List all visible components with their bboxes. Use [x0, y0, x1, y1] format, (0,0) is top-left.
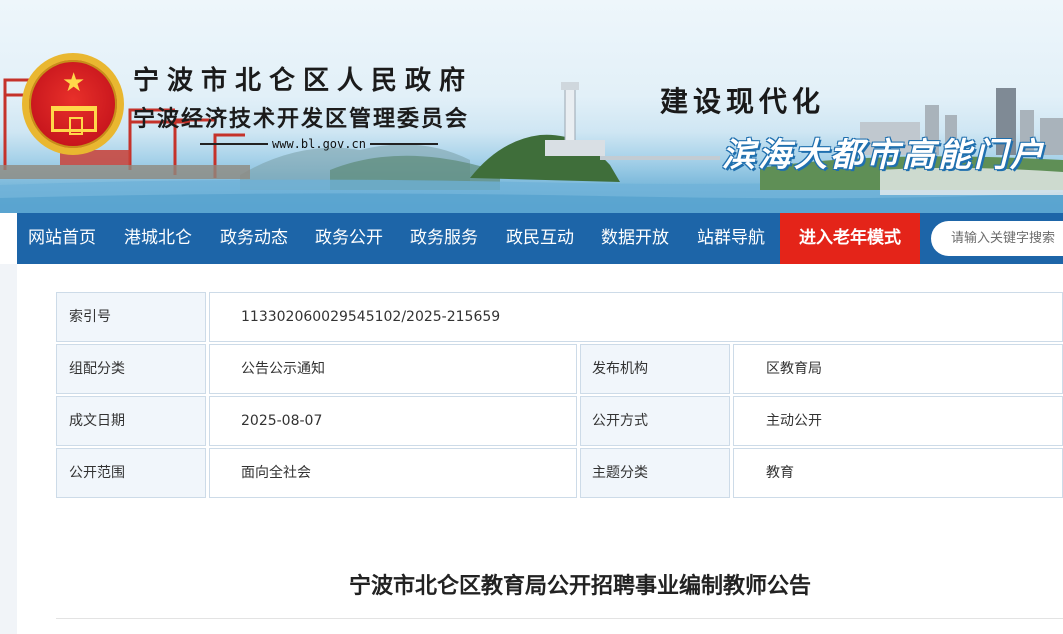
url-divider — [200, 143, 268, 145]
slogan-main: 建设现代化 — [660, 85, 826, 118]
tiananmen-icon — [51, 106, 97, 135]
table-row: 成文日期 2025-08-07 公开方式 主动公开 — [56, 396, 1063, 446]
topic-label: 主题分类 — [580, 448, 730, 498]
slogan-sub: 滨海大都市高能门户 — [722, 135, 1046, 174]
nav-site-group[interactable]: 站群导航 — [697, 213, 765, 264]
star-icon: ★ — [62, 68, 86, 98]
nav-gangcheng-beilun[interactable]: 港城北仑 — [124, 213, 192, 264]
publisher-label: 发布机构 — [580, 344, 730, 394]
scope-value: 面向全社会 — [209, 448, 577, 498]
header-banner: ★ 宁波市北仑区人民政府 宁波经济技术开发区管理委员会 www.bl.gov.c… — [0, 0, 1063, 213]
site-url-row: www.bl.gov.cn — [200, 137, 438, 151]
elder-mode-button[interactable]: 进入老年模式 — [780, 213, 920, 264]
title-divider — [56, 618, 1063, 619]
nav-gov-news[interactable]: 政务动态 — [220, 213, 288, 264]
publisher-value: 区教育局 — [733, 344, 1063, 394]
date-label: 成文日期 — [56, 396, 206, 446]
main-nav: 网站首页 港城北仑 政务动态 政务公开 政务服务 政民互动 数据开放 站群导航 … — [17, 213, 1063, 264]
table-row: 公开范围 面向全社会 主题分类 教育 — [56, 448, 1063, 498]
nav-home[interactable]: 网站首页 — [28, 213, 96, 264]
site-title: 宁波市北仑区人民政府 — [133, 66, 474, 96]
nav-gov-open[interactable]: 政务公开 — [315, 213, 383, 264]
category-value: 公告公示通知 — [209, 344, 577, 394]
nav-open-data[interactable]: 数据开放 — [601, 213, 669, 264]
table-row: 组配分类 公告公示通知 发布机构 区教育局 — [56, 344, 1063, 394]
national-emblem-icon: ★ — [22, 53, 124, 155]
index-label: 索引号 — [56, 292, 206, 342]
nav-gov-service[interactable]: 政务服务 — [410, 213, 478, 264]
category-label: 组配分类 — [56, 344, 206, 394]
table-row: 索引号 113302060029545102/2025-215659 — [56, 292, 1063, 342]
topic-value: 教育 — [733, 448, 1063, 498]
method-value: 主动公开 — [733, 396, 1063, 446]
method-label: 公开方式 — [580, 396, 730, 446]
search-input[interactable] — [931, 221, 1063, 256]
nav-interaction[interactable]: 政民互动 — [506, 213, 574, 264]
url-divider — [369, 143, 438, 145]
site-subtitle: 宁波经济技术开发区管理委员会 — [133, 106, 470, 132]
index-value: 113302060029545102/2025-215659 — [209, 292, 1063, 342]
site-url: www.bl.gov.cn — [272, 137, 366, 151]
scope-label: 公开范围 — [56, 448, 206, 498]
date-value: 2025-08-07 — [209, 396, 577, 446]
page-title: 宁波市北仑区教育局公开招聘事业编制教师公告 — [348, 574, 811, 599]
